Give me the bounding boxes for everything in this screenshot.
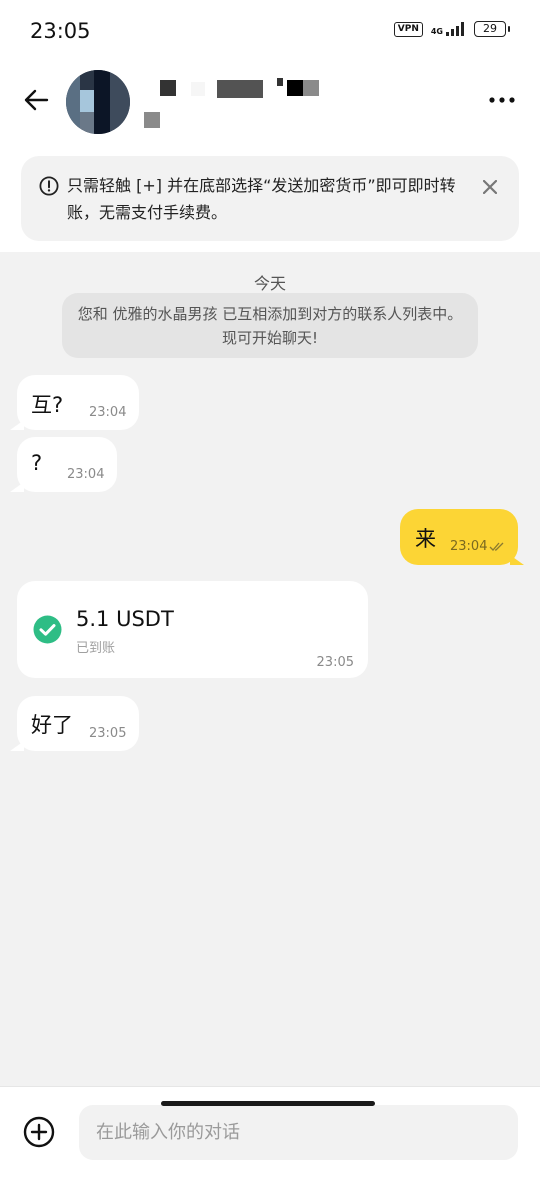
signal-icon [446,22,464,36]
info-icon [39,176,59,196]
transfer-amount: 5.1 USDT [76,607,174,631]
message-text: 互? [31,393,64,417]
close-notice-button[interactable] [479,176,501,198]
message-bubble-incoming[interactable]: 好了 23:05 [17,696,139,751]
message-time: 23:04 [67,467,105,482]
message-bubble-incoming[interactable]: 互? 23:04 [17,375,139,430]
system-message: 您和 优雅的水晶男孩 已互相添加到对方的联系人列表中。现可开始聊天! [62,293,478,358]
plus-circle-icon [23,1116,55,1148]
notice-area: 只需轻触 [+] 并在底部选择“发送加密货币”即可即时转账，无需支付手续费。 [0,152,540,252]
battery-icon: 29 [474,21,510,37]
more-options-button[interactable] [486,84,518,116]
transfer-status: 已到账 [76,641,116,656]
more-horizontal-icon [489,97,515,103]
message-input[interactable] [79,1105,518,1160]
message-bubble-incoming[interactable]: ? 23:04 [17,437,117,492]
notice-text: 只需轻触 [+] 并在底部选择“发送加密货币”即可即时转账，无需支付手续费。 [67,176,456,222]
contact-name[interactable] [144,76,325,128]
message-time: 23:04 [89,405,127,420]
home-indicator[interactable] [161,1101,375,1106]
status-bar: 23:05 VPN 4G 29 [0,0,540,62]
date-divider: 今天 [253,274,286,293]
status-indicators: VPN 4G 29 [393,21,510,37]
attach-button[interactable] [22,1115,56,1149]
chat-header [0,62,540,152]
network-indicator: 4G [431,22,466,36]
transfer-tip-banner: 只需轻触 [+] 并在底部选择“发送加密货币”即可即时转账，无需支付手续费。 [21,156,519,241]
message-time: 23:05 [89,726,127,741]
message-text: 来 [415,527,436,551]
vpn-badge: VPN [393,21,423,37]
check-circle-icon [33,615,62,644]
transfer-card[interactable]: 5.1 USDT 已到账 23:05 [17,581,368,678]
message-text: ? [31,451,43,475]
message-time: 23:04 [450,539,488,554]
network-type: 4G [430,27,443,36]
double-check-icon [489,542,504,551]
arrow-left-icon [24,89,49,111]
back-button[interactable] [20,84,52,116]
status-time: 23:05 [30,19,91,43]
message-text: 好了 [31,713,73,737]
avatar[interactable] [66,70,130,134]
close-icon [483,180,497,194]
transfer-time: 23:05 [316,655,354,670]
message-bubble-outgoing[interactable]: 来 23:04 [400,509,518,565]
